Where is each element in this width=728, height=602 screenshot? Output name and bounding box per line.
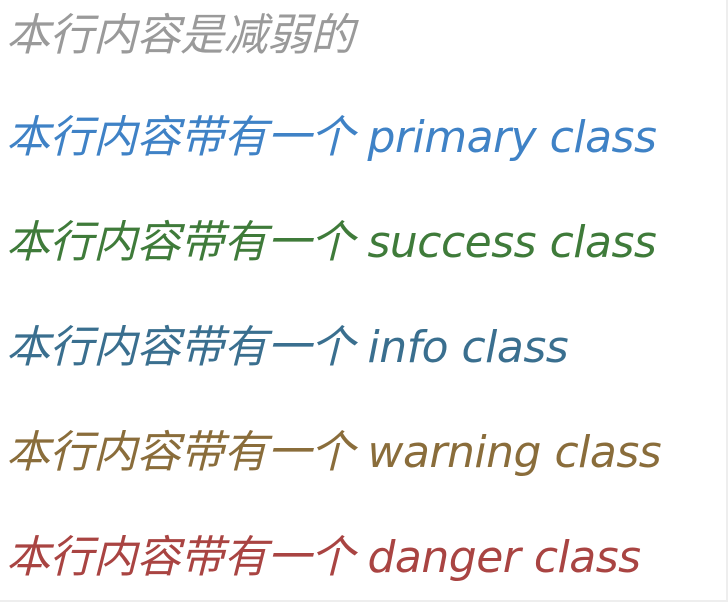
- text-primary-line: 本行内容带有一个 primary class: [6, 112, 657, 163]
- contextual-text-panel: 本行内容是减弱的 本行内容带有一个 primary class 本行内容带有一个…: [0, 0, 728, 602]
- text-danger-line: 本行内容带有一个 danger class: [6, 532, 641, 583]
- text-warning-line: 本行内容带有一个 warning class: [6, 427, 662, 478]
- text-muted-line: 本行内容是减弱的: [6, 10, 355, 61]
- text-info-line: 本行内容带有一个 info class: [6, 322, 569, 373]
- text-success-line: 本行内容带有一个 success class: [6, 217, 657, 268]
